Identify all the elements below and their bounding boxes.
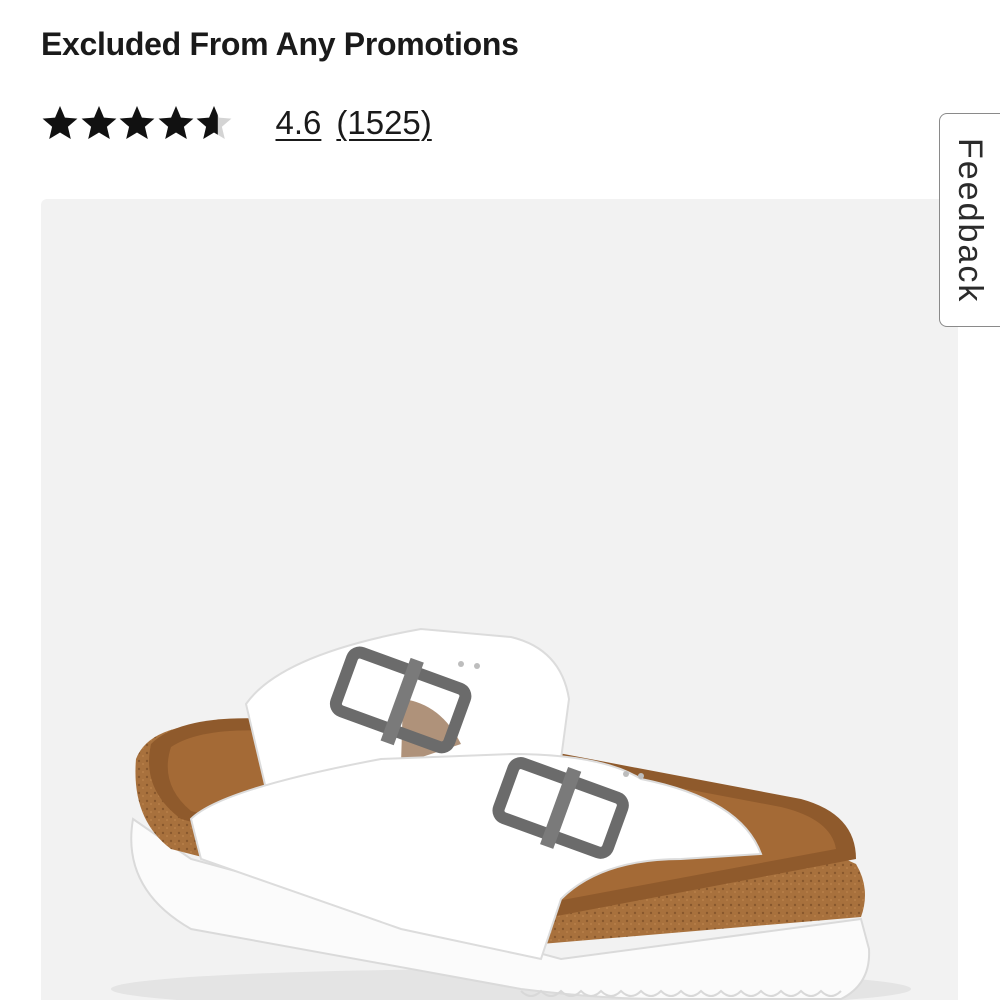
sandal-illustration	[111, 627, 911, 1000]
promotion-exclusion-note: Excluded From Any Promotions	[41, 26, 519, 62]
feedback-label: Feedback	[951, 138, 989, 304]
rating-summary: 4.6 (1525)	[41, 98, 432, 148]
review-count-link[interactable]: (1525)	[336, 101, 431, 145]
star-rating[interactable]	[41, 98, 234, 148]
star-icon	[158, 106, 193, 139]
rating-value-link[interactable]: 4.6	[276, 101, 322, 145]
product-page: Excluded From Any Promotions 4.6 (1525)	[0, 0, 1000, 1000]
product-image[interactable]	[41, 199, 958, 1000]
star-icon	[196, 106, 232, 139]
star-icon	[119, 106, 155, 139]
star-icon	[42, 106, 78, 139]
star-icon	[81, 106, 116, 139]
feedback-tab[interactable]: Feedback	[939, 113, 1000, 327]
